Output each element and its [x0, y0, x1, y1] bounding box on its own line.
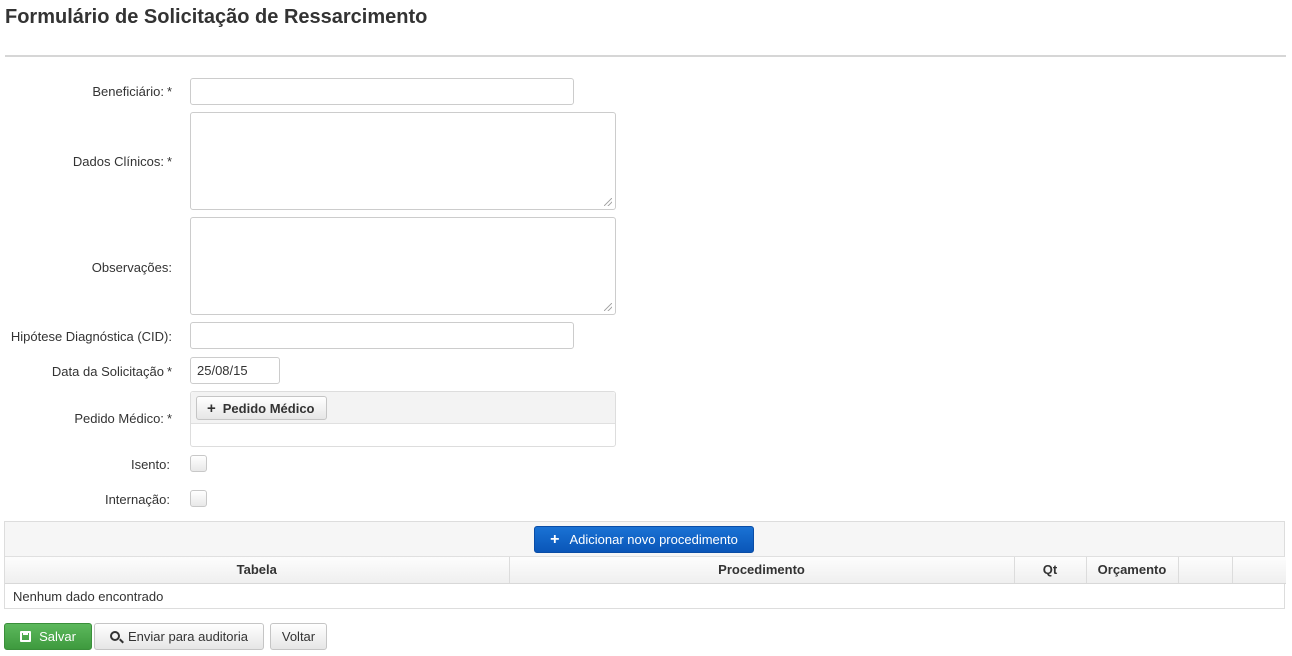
data-solicitacao-label: Data da Solicitação *: [51, 364, 172, 379]
internacao-label: Internação:: [104, 492, 170, 507]
procedures-panel: + Adicionar novo procedimento Tabela Pro…: [4, 521, 1286, 609]
column-header-orcamento[interactable]: Orçamento: [1086, 557, 1179, 584]
column-header-action-1: [1178, 557, 1233, 584]
page-title: Formulário de Solicitação de Ressarcimen…: [5, 6, 428, 28]
plus-icon: +: [207, 399, 216, 417]
back-button[interactable]: Voltar: [270, 623, 327, 650]
isento-checkbox[interactable]: [190, 455, 207, 472]
dados-clinicos-label: Dados Clínicos: *: [72, 154, 172, 169]
plus-icon: +: [550, 530, 560, 548]
required-marker: *: [166, 411, 172, 426]
required-marker: *: [166, 154, 172, 169]
required-marker: *: [166, 84, 172, 99]
observacoes-textarea[interactable]: [190, 217, 616, 315]
beneficiario-label: Beneficiário: *: [92, 84, 172, 99]
observacoes-label: Observações:: [91, 260, 172, 275]
column-header-tabela[interactable]: Tabela: [5, 557, 510, 584]
procedures-table: Tabela Procedimento Qt Orçamento: [5, 557, 1286, 584]
add-procedure-label: Adicionar novo procedimento: [569, 532, 738, 547]
search-icon: [110, 630, 121, 641]
dados-clinicos-textarea[interactable]: [190, 112, 616, 210]
add-procedure-button[interactable]: + Adicionar novo procedimento: [534, 526, 754, 553]
hipotese-input[interactable]: [190, 322, 574, 349]
send-to-audit-button[interactable]: Enviar para auditoria: [94, 623, 264, 650]
data-solicitacao-input[interactable]: 25/08/15: [190, 357, 280, 384]
table-header-row: Tabela Procedimento Qt Orçamento: [5, 557, 1286, 584]
save-button[interactable]: Salvar: [4, 623, 92, 650]
empty-table-message: Nenhum dado encontrado: [13, 589, 164, 604]
floppy-disk-icon: [20, 631, 32, 642]
column-header-qt[interactable]: Qt: [1014, 557, 1087, 584]
internacao-checkbox[interactable]: [190, 490, 207, 507]
pedido-medico-button[interactable]: + Pedido Médico: [196, 396, 327, 420]
resize-grip-icon[interactable]: [604, 198, 612, 206]
pedido-medico-label: Pedido Médico: *: [74, 411, 172, 426]
procedures-toolbar: + Adicionar novo procedimento: [5, 522, 1284, 557]
required-marker: *: [166, 364, 172, 379]
hipotese-label: Hipótese Diagnóstica (CID):: [10, 329, 172, 344]
resize-grip-icon[interactable]: [604, 303, 612, 311]
pedido-medico-button-label: Pedido Médico: [222, 400, 315, 416]
column-header-action-2: [1232, 557, 1286, 584]
title-divider: [5, 55, 1286, 57]
upload-toolbar: + Pedido Médico: [191, 392, 615, 424]
isento-label: Isento:: [130, 457, 170, 472]
column-header-procedimento[interactable]: Procedimento: [509, 557, 1015, 584]
save-button-label: Salvar: [39, 629, 76, 644]
pedido-medico-upload: + Pedido Médico: [190, 391, 616, 447]
send-to-audit-label: Enviar para auditoria: [128, 629, 248, 644]
back-button-label: Voltar: [281, 629, 316, 644]
beneficiario-input[interactable]: [190, 78, 574, 105]
